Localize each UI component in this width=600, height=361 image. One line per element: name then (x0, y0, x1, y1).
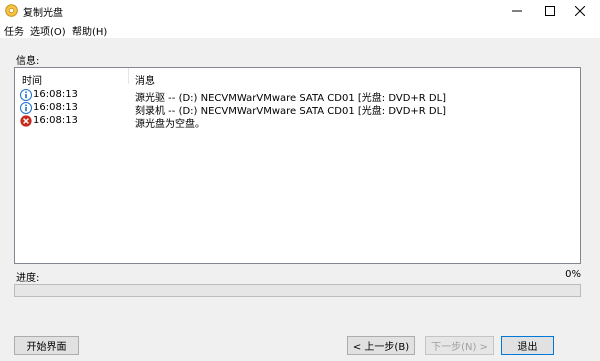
error-icon (20, 115, 32, 127)
menu-options[interactable]: 选项(O) (30, 23, 66, 38)
info-icon (20, 102, 32, 114)
info-icon (20, 89, 32, 101)
minimize-icon (512, 10, 522, 11)
close-button[interactable] (557, 0, 600, 21)
log-time: 16:08:13 (33, 89, 78, 100)
close-icon (575, 5, 585, 16)
progress-percent: 0% (565, 269, 581, 280)
log-list[interactable]: 时间 消息 16:08:13 源光驱 -- (D:) NECVMWarVMwar… (14, 67, 581, 264)
column-separator[interactable] (128, 68, 129, 84)
column-time-header[interactable]: 时间 (22, 72, 42, 87)
menu-help[interactable]: 帮助(H) (72, 23, 107, 38)
progress-label: 进度: (16, 273, 40, 284)
column-message-header[interactable]: 消息 (135, 72, 155, 87)
log-time: 16:08:13 (33, 115, 78, 126)
menu-bar: 任务 选项(O) 帮助(H) (0, 21, 600, 38)
title-bar[interactable]: 复制光盘 (0, 0, 600, 21)
window-title: 复制光盘 (23, 8, 63, 19)
prev-button[interactable]: < 上一步(B) (347, 336, 415, 355)
log-row[interactable]: 16:08:13 源光驱 -- (D:) NECVMWarVMware SATA… (15, 89, 580, 104)
disc-icon (5, 4, 18, 17)
next-button[interactable]: 下一步(N) > (425, 336, 494, 355)
progress-bar (14, 284, 581, 297)
log-row[interactable]: 16:08:13 刻录机 -- (D:) NECVMWarVMware SATA… (15, 102, 580, 117)
menu-task[interactable]: 任务 (4, 23, 24, 38)
log-message: 源光盘为空盘。 (135, 119, 205, 130)
maximize-icon (545, 5, 555, 16)
info-label: 信息: (16, 56, 40, 67)
start-screen-button[interactable]: 开始界面 (14, 336, 79, 355)
log-time: 16:08:13 (33, 102, 78, 113)
exit-button[interactable]: 退出 (501, 336, 554, 355)
client-area: 信息: 时间 消息 16:08:13 源光驱 -- (D:) NECVMWarV… (0, 38, 600, 361)
log-header: 时间 消息 (15, 68, 580, 87)
log-row[interactable]: 16:08:13 源光盘为空盘。 (15, 115, 580, 130)
